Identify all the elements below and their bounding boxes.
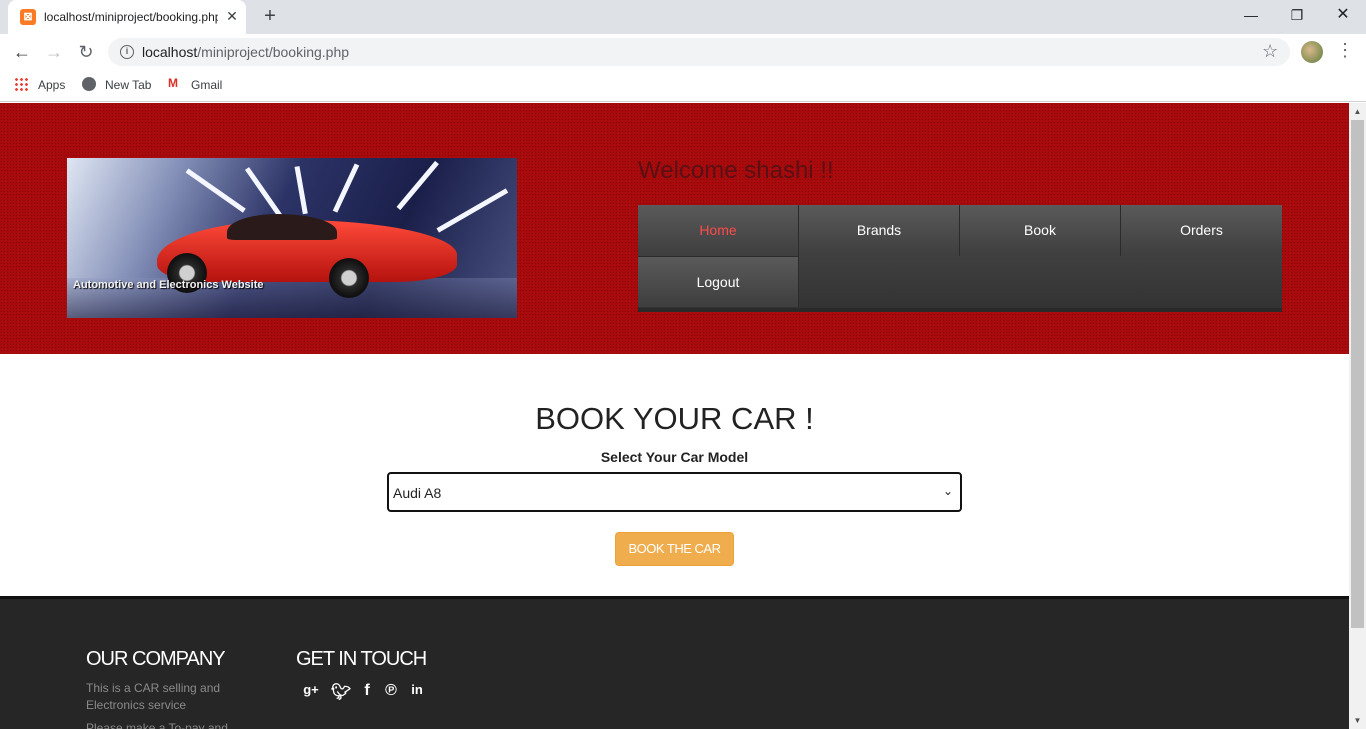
site-footer: OUR COMPANY This is a CAR selling and El… (0, 596, 1349, 729)
car-model-select[interactable]: Audi A8 ⌄ (387, 472, 962, 512)
twitter-icon[interactable]: 🐦︎ (331, 682, 351, 702)
tab-close-icon[interactable]: ✕ (224, 8, 240, 24)
browser-toolbar: ← → ↻ i localhost/miniproject/booking.ph… (0, 34, 1366, 70)
linkedin-icon[interactable]: in (407, 682, 427, 697)
nav-logout[interactable]: Logout (638, 256, 799, 307)
bookmark-star-icon[interactable]: ☆ (1262, 41, 1278, 62)
facebook-icon[interactable]: f (357, 682, 377, 700)
forward-arrow-icon[interactable]: → (42, 40, 66, 64)
nav-home[interactable]: Home (638, 205, 799, 256)
page-title: BOOK YOUR CAR ! (535, 401, 814, 436)
nav-book[interactable]: Book (960, 205, 1121, 256)
ceiling-light (185, 168, 246, 213)
page-scrollbar[interactable]: ▲ ▼ (1349, 103, 1366, 729)
bookmark-label: Gmail (191, 78, 223, 92)
window-close-button[interactable]: ✕ (1320, 0, 1366, 30)
browser-tab[interactable]: ⊠ localhost/miniproject/booking.php ✕ (8, 0, 246, 34)
reload-icon[interactable]: ↻ (74, 40, 98, 64)
bookmarks-bar: Apps New Tab M Gmail (0, 70, 1366, 102)
xampp-favicon-icon: ⊠ (20, 9, 36, 25)
new-tab-button[interactable]: + (258, 5, 282, 29)
address-bar[interactable]: i localhost/miniproject/booking.php ☆ (108, 38, 1290, 66)
page-viewport: Automotive and Electronics Website Welco… (0, 103, 1349, 729)
site-header: Automotive and Electronics Website Welco… (0, 103, 1349, 354)
url-text[interactable]: localhost/miniproject/booking.php (142, 44, 349, 60)
nav-orders[interactable]: Orders (1121, 205, 1282, 256)
car-model-selected-value: Audi A8 (393, 485, 442, 501)
bookmark-label: New Tab (105, 78, 152, 92)
scroll-up-arrow-icon[interactable]: ▲ (1349, 103, 1366, 120)
car-window-shape (227, 214, 337, 240)
url-host: localhost (142, 44, 198, 60)
banner-caption: Automotive and Electronics Website (73, 279, 264, 291)
ceiling-light (244, 167, 284, 220)
ceiling-light (294, 166, 308, 215)
ceiling-light (436, 188, 509, 233)
chevron-down-icon: ⌄ (943, 484, 954, 498)
book-the-car-button[interactable]: BOOK THE CAR (615, 532, 734, 566)
url-path: /miniproject/booking.php (197, 44, 350, 60)
ceiling-light (396, 160, 439, 211)
footer-company-text-2: Please make a To-pay and (86, 721, 228, 729)
browser-menu-icon[interactable]: ⋮ (1336, 40, 1354, 61)
gmail-icon: M (168, 76, 178, 90)
browser-titlebar: ⊠ localhost/miniproject/booking.php ✕ + … (0, 0, 1366, 34)
google-plus-icon[interactable]: g+ (301, 682, 321, 697)
site-info-icon[interactable]: i (120, 45, 134, 59)
pinterest-icon[interactable]: ℗ (381, 682, 401, 700)
site-banner-image: Automotive and Electronics Website (67, 158, 517, 318)
welcome-message: Welcome shashi !! (638, 157, 834, 184)
footer-company-text: This is a CAR selling and Electronics se… (86, 681, 221, 712)
globe-icon (82, 77, 96, 91)
bookmark-label: Apps (38, 78, 66, 92)
window-restore-button[interactable]: ❐ (1274, 0, 1320, 30)
ceiling-light (332, 163, 360, 213)
footer-touch-heading: GET IN TOUCH (296, 648, 427, 670)
footer-company-heading: OUR COMPANY (86, 648, 226, 670)
profile-avatar[interactable] (1301, 41, 1323, 63)
main-nav-menu: Home Brands Book Orders Logout (638, 205, 1282, 312)
scroll-down-arrow-icon[interactable]: ▼ (1349, 712, 1366, 729)
nav-brands[interactable]: Brands (799, 205, 960, 256)
window-minimize-button[interactable]: — (1228, 0, 1274, 30)
car-wheel (329, 258, 369, 298)
tab-title: localhost/miniproject/booking.php (44, 10, 218, 24)
car-model-label: Select Your Car Model (600, 449, 749, 465)
back-arrow-icon[interactable]: ← (10, 40, 34, 64)
scroll-thumb[interactable] (1351, 120, 1364, 628)
apps-grid-icon (14, 77, 28, 91)
